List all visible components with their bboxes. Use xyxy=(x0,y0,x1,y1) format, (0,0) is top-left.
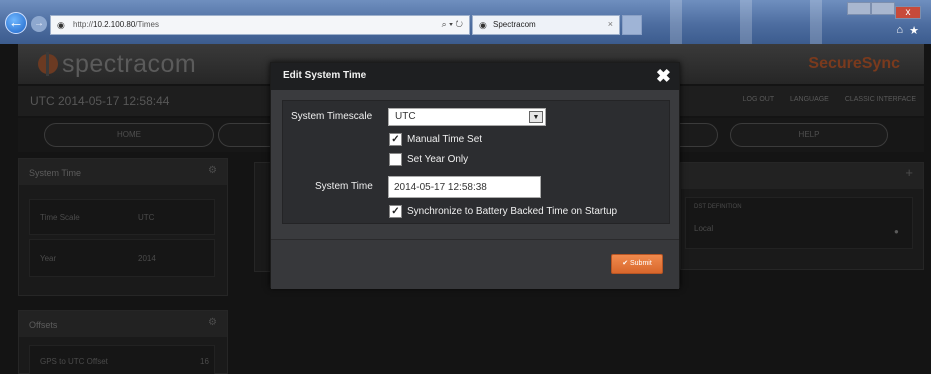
dialog-header: Edit System Time ✖ xyxy=(271,63,679,90)
window-close-button[interactable]: x xyxy=(895,6,921,19)
row-key: GPS to UTC Offset xyxy=(40,357,108,366)
maximize-button[interactable] xyxy=(871,2,895,15)
list-item: Year 2014 xyxy=(29,239,215,277)
dst-header: DST DEFINITION xyxy=(694,204,742,210)
dst-panel-header: + xyxy=(681,163,923,189)
submit-button[interactable]: ✔ Submit xyxy=(611,254,663,274)
edit-system-time-dialog: Edit System Time ✖ System Timescale UTC … xyxy=(270,62,680,289)
top-links: LOG OUT LANGUAGE CLASSIC INTERFACE xyxy=(729,96,916,103)
row-key: Year xyxy=(40,254,57,263)
logo: spectracom xyxy=(38,50,196,79)
timescale-select[interactable]: UTC ▼ xyxy=(388,108,546,126)
dst-value: Local xyxy=(694,224,714,233)
row-value: UTC xyxy=(138,213,155,222)
system-time-value: 2014-05-17 12:58:38 xyxy=(394,182,487,193)
screen: ← → ◉ http://10.2.100.80/Times ⌕ ▾ ↻ ◉ S… xyxy=(0,0,931,374)
classic-interface-link[interactable]: CLASSIC INTERFACE xyxy=(845,96,916,103)
logo-mark-icon xyxy=(38,52,58,76)
site-icon: ◉ xyxy=(57,20,65,30)
browser-toolbar: ← → ◉ http://10.2.100.80/Times ⌕ ▾ ↻ ◉ S… xyxy=(0,0,931,44)
list-item: GPS to UTC Offset 16 xyxy=(29,345,215,374)
manual-time-label: Manual Time Set xyxy=(407,134,483,145)
dialog-footer: ✔ Submit xyxy=(271,239,679,289)
system-time-panel: System Time ⚙ Time Scale UTC Year 2014 xyxy=(18,158,228,296)
url-host: 10.2.100.80 xyxy=(93,20,136,29)
panel-title: System Time xyxy=(19,159,227,185)
row-key: Time Scale xyxy=(40,213,80,222)
dst-panel: + DST DEFINITION Local ● xyxy=(680,162,924,270)
dst-box: DST DEFINITION Local ● xyxy=(685,197,913,249)
new-tab-button[interactable] xyxy=(622,15,642,35)
address-tools[interactable]: ⌕ ▾ ↻ xyxy=(442,19,463,30)
row-value: 16 xyxy=(200,357,209,366)
minimize-button[interactable] xyxy=(847,2,871,15)
nav-home[interactable]: HOME xyxy=(44,123,214,147)
manual-time-checkbox[interactable]: ✓ xyxy=(389,133,402,146)
system-time-label: System Time xyxy=(315,181,373,192)
timescale-label: System Timescale xyxy=(291,111,373,122)
favorites-star-icon[interactable]: ★ xyxy=(909,24,919,37)
gear-icon[interactable]: ⚙ xyxy=(208,317,217,328)
list-item: Time Scale UTC xyxy=(29,199,215,235)
forward-button[interactable]: → xyxy=(31,16,47,32)
add-icon[interactable]: + xyxy=(905,165,913,180)
dialog-body: System Timescale UTC ▼ ✓ Manual Time Set… xyxy=(282,100,670,224)
browser-tab[interactable]: ◉ Spectracom × xyxy=(472,15,620,35)
url-path: /Times xyxy=(135,20,159,29)
set-year-only-checkbox[interactable] xyxy=(389,153,402,166)
panel-title: Offsets xyxy=(19,311,227,337)
system-time-input[interactable]: 2014-05-17 12:58:38 xyxy=(388,176,541,198)
back-button[interactable]: ← xyxy=(5,12,27,34)
desktop-background xyxy=(640,0,840,44)
product-name: SecureSync xyxy=(808,55,900,72)
dialog-title: Edit System Time xyxy=(283,70,367,81)
tab-title: Spectracom xyxy=(493,20,536,29)
url-prefix: http:// xyxy=(73,20,94,29)
timescale-value: UTC xyxy=(395,111,416,122)
nav-help[interactable]: HELP xyxy=(730,123,888,147)
sync-battery-checkbox[interactable]: ✓ xyxy=(389,205,402,218)
offsets-panel: Offsets ⚙ GPS to UTC Offset 16 xyxy=(18,310,228,374)
window-controls: x xyxy=(847,2,923,19)
utc-clock: UTC 2014-05-17 12:58:44 xyxy=(30,94,170,108)
address-bar[interactable]: ◉ http://10.2.100.80/Times ⌕ ▾ ↻ xyxy=(50,15,470,35)
tab-favicon-icon: ◉ xyxy=(479,20,487,30)
edit-icon[interactable]: ● xyxy=(894,227,899,236)
home-icon[interactable]: ⌂ xyxy=(896,24,903,36)
logo-text: spectracom xyxy=(62,50,197,78)
sync-battery-label: Synchronize to Battery Backed Time on St… xyxy=(407,206,618,217)
gear-icon[interactable]: ⚙ xyxy=(208,165,217,176)
row-value: 2014 xyxy=(138,254,156,263)
logout-link[interactable]: LOG OUT xyxy=(743,96,774,103)
set-year-only-label: Set Year Only xyxy=(407,154,469,165)
chevron-down-icon[interactable]: ▼ xyxy=(529,111,543,123)
close-icon[interactable]: ✖ xyxy=(656,64,671,88)
tab-close-icon[interactable]: × xyxy=(608,19,613,29)
language-link[interactable]: LANGUAGE xyxy=(790,96,829,103)
